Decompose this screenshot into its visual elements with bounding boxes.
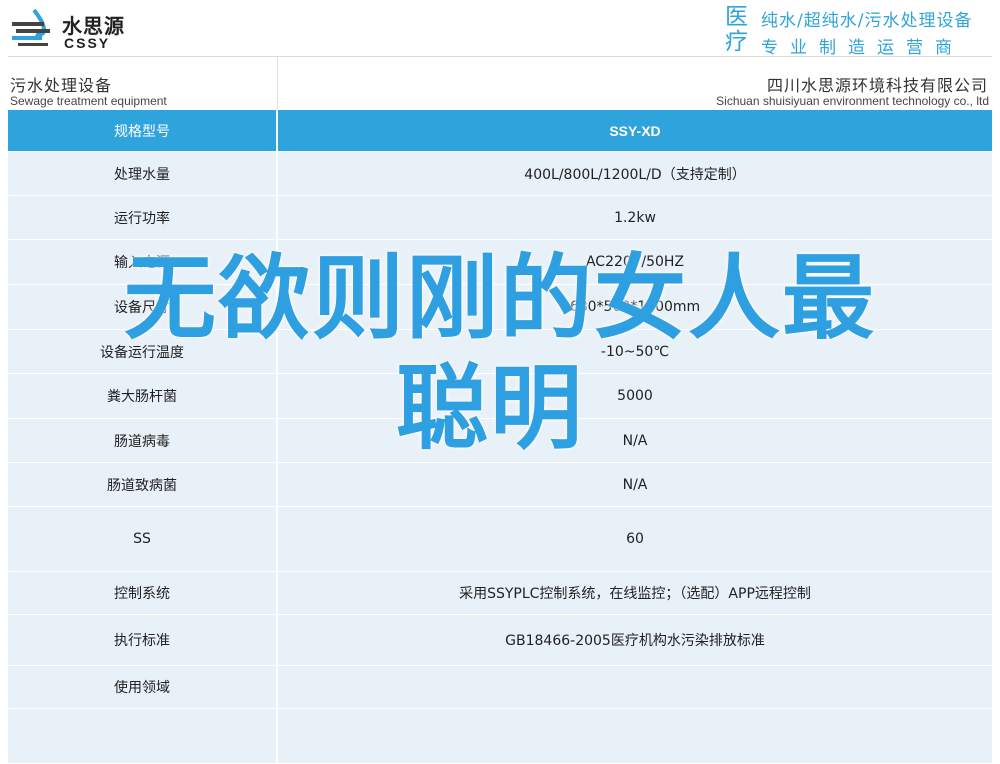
table-row: 处理水量 400L/800L/1200L/D（支持定制） bbox=[8, 151, 992, 196]
row-value: 5000 bbox=[277, 373, 992, 419]
row-label: 控制系统 bbox=[8, 571, 278, 615]
row-label: 使用领域 bbox=[8, 665, 278, 709]
row-label: 输入电源 bbox=[8, 239, 278, 285]
slogan-big: 医疗 bbox=[725, 4, 748, 55]
brand-name-en: CSSY bbox=[64, 35, 111, 51]
row-value: 采用SSYPLC控制系统，在线监控；（选配）APP远程控制 bbox=[277, 571, 992, 615]
table-row: 设备尺寸 680*560*1400mm bbox=[8, 284, 992, 330]
row-value: -10~50℃ bbox=[277, 329, 992, 374]
slogan-tagline: 专业制造运营商 bbox=[761, 38, 964, 58]
table-row: 肠道病毒 N/A bbox=[8, 418, 992, 463]
row-label: 设备尺寸 bbox=[8, 284, 278, 330]
header-divider bbox=[8, 56, 992, 57]
row-value: N/A bbox=[277, 418, 992, 463]
row-value: 400L/800L/1200L/D（支持定制） bbox=[277, 151, 992, 196]
row-value: 60 bbox=[277, 506, 992, 572]
table-row: SS 60 bbox=[8, 506, 992, 572]
row-value: GB18466-2005医疗机构水污染排放标准 bbox=[277, 614, 992, 666]
company-name-cn: 四川水思源环境科技有限公司 bbox=[766, 76, 988, 95]
spec-table: 规格型号 SSY-XD 处理水量 400L/800L/1200L/D（支持定制）… bbox=[8, 110, 992, 764]
row-label: 肠道致病菌 bbox=[8, 462, 278, 507]
product-title-cn: 污水处理设备 bbox=[10, 76, 113, 95]
slogan-services: 纯水/超纯水/污水处理设备 bbox=[761, 11, 973, 31]
row-value: 1.2kw bbox=[277, 195, 992, 240]
table-row: 输入电源 AC220V/50HZ bbox=[8, 239, 992, 285]
water-waves-logo-icon bbox=[12, 8, 50, 46]
header-value: SSY-XD bbox=[277, 110, 992, 152]
row-value bbox=[277, 708, 992, 764]
table-row: 设备运行温度 -10~50℃ bbox=[8, 329, 992, 374]
title-divider bbox=[277, 56, 278, 110]
row-label: 肠道病毒 bbox=[8, 418, 278, 463]
table-row: 运行功率 1.2kw bbox=[8, 195, 992, 240]
table-row: 使用领域 bbox=[8, 665, 992, 709]
row-value: 680*560*1400mm bbox=[277, 284, 992, 330]
row-label: 粪大肠杆菌 bbox=[8, 373, 278, 419]
row-label: SS bbox=[8, 506, 278, 572]
row-value: AC220V/50HZ bbox=[277, 239, 992, 285]
table-header-row: 规格型号 SSY-XD bbox=[8, 110, 992, 152]
row-value: N/A bbox=[277, 462, 992, 507]
row-label: 运行功率 bbox=[8, 195, 278, 240]
table-row: 执行标准 GB18466-2005医疗机构水污染排放标准 bbox=[8, 614, 992, 666]
row-label: 设备运行温度 bbox=[8, 329, 278, 374]
row-label bbox=[8, 708, 278, 764]
table-row: 粪大肠杆菌 5000 bbox=[8, 373, 992, 419]
table-row: 肠道致病菌 N/A bbox=[8, 462, 992, 507]
row-value bbox=[277, 665, 992, 709]
row-label: 处理水量 bbox=[8, 151, 278, 196]
company-name-en: Sichuan shuisiyuan environment technolog… bbox=[716, 94, 989, 108]
table-row: 控制系统 采用SSYPLC控制系统，在线监控；（选配）APP远程控制 bbox=[8, 571, 992, 615]
brand-logo: 水思源 CSSY bbox=[10, 6, 150, 54]
product-title-en: Sewage treatment equipment bbox=[10, 94, 167, 108]
header-label: 规格型号 bbox=[8, 110, 278, 152]
table-row bbox=[8, 708, 992, 764]
row-label: 执行标准 bbox=[8, 614, 278, 666]
